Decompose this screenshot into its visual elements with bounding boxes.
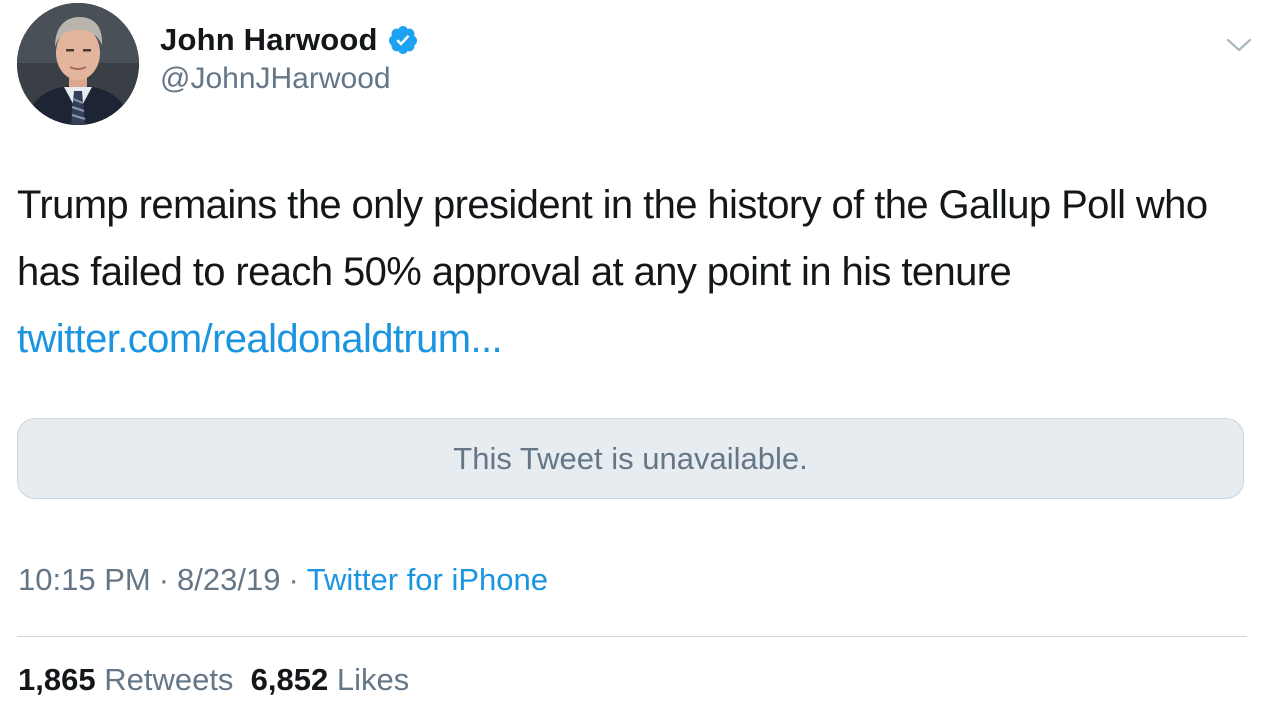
author-avatar[interactable]: [17, 3, 139, 125]
tweet-meta: 10:15 PM · 8/23/19 · Twitter for iPhone: [18, 562, 548, 598]
tweet-stats: 1,865 Retweets 6,852 Likes: [18, 662, 409, 698]
retweets-stat[interactable]: 1,865 Retweets: [18, 662, 233, 697]
retweets-count: 1,865: [18, 662, 96, 697]
author-handle[interactable]: @JohnJHarwood: [160, 62, 391, 96]
tweet-card: John Harwood @JohnJHarwood Trump remains…: [0, 0, 1261, 710]
meta-separator: ·: [288, 562, 299, 597]
verified-badge-icon: [387, 24, 419, 56]
likes-label: Likes: [336, 662, 410, 697]
tweet-time[interactable]: 10:15 PM: [18, 562, 151, 597]
retweets-label: Retweets: [104, 662, 234, 697]
quoted-tweet-box[interactable]: This Tweet is unavailable.: [17, 418, 1244, 499]
author-name-row[interactable]: John Harwood: [160, 18, 419, 62]
tweet-body-text: Trump remains the only president in the …: [17, 183, 1208, 294]
tweet-source-link[interactable]: Twitter for iPhone: [307, 562, 548, 597]
quoted-tweet-unavailable-text: This Tweet is unavailable.: [453, 440, 808, 476]
chevron-down-icon[interactable]: [1225, 33, 1253, 55]
likes-stat[interactable]: 6,852 Likes: [251, 662, 410, 697]
tweet-date[interactable]: 8/23/19: [177, 562, 280, 597]
tweet-link[interactable]: twitter.com/realdonaldtrum...: [17, 317, 503, 361]
tweet-text: Trump remains the only president in the …: [17, 172, 1237, 373]
author-display-name[interactable]: John Harwood: [160, 22, 378, 58]
divider: [17, 636, 1247, 637]
avatar-image: [17, 3, 139, 125]
likes-count: 6,852: [250, 662, 329, 697]
meta-separator: ·: [158, 562, 170, 597]
